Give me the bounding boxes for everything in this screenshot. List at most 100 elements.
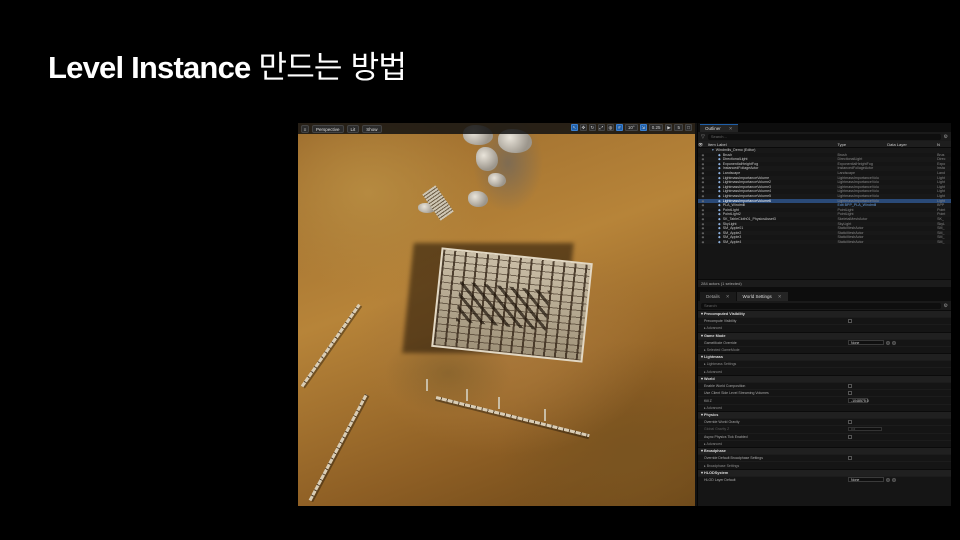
details-subgroup[interactable]: ▸ Advanced [698, 324, 951, 331]
row-label-text: SM_Apple01 [722, 226, 744, 231]
subgroup-label: ▸ Advanced [698, 442, 848, 446]
close-icon[interactable]: ✕ [778, 294, 782, 299]
property-checkbox[interactable] [848, 319, 852, 324]
outliner-search-input[interactable]: Search... [707, 133, 941, 140]
subgroup-label-text: Broadphase Settings [706, 463, 740, 468]
world-local-icon[interactable]: ◍ [606, 124, 614, 131]
settings-icon[interactable]: ⚙ [944, 303, 948, 309]
outliner-tab-row: Outliner ✕ [698, 123, 951, 132]
property-label: HLOD Layer Default [704, 477, 736, 482]
details-subgroup[interactable]: ▸ Advanced [698, 367, 951, 374]
details-property: Use Client Side Level Streaming Volumes [698, 389, 951, 396]
actor-icon: ◆ [717, 189, 721, 194]
property-slider[interactable]: 0.0 [848, 427, 882, 432]
browse-icon[interactable] [886, 340, 890, 345]
property-value: 0.0 [848, 427, 951, 432]
level-viewport[interactable]: ≡ Perspective Lit Show ↖ ✥ ↻ ⤢ ◍ # 10° ⇲… [298, 123, 695, 506]
fence-post [466, 389, 468, 401]
property-value [848, 319, 951, 324]
actor-icon: ◆ [717, 207, 721, 212]
grid-snap-icon[interactable]: # [615, 124, 623, 131]
fence-post [426, 379, 428, 391]
close-icon[interactable]: ✕ [726, 294, 730, 299]
details-category[interactable]: ▾ Game Mode [698, 331, 951, 339]
eye-icon[interactable]: ◉ [698, 240, 708, 245]
fence [308, 393, 368, 502]
subgroup-label: ▸ Selected GameMode [698, 348, 848, 352]
column-data-layer[interactable]: Data Layer [887, 141, 937, 147]
lit-button[interactable]: Lit [346, 124, 360, 133]
camera-speed-value[interactable]: 5 [674, 124, 683, 131]
category-label: World [703, 376, 715, 381]
reset-icon[interactable] [892, 340, 896, 345]
details-search-input[interactable]: Search [701, 302, 941, 309]
property-checkbox[interactable] [848, 391, 852, 396]
move-tool-icon[interactable]: ✥ [579, 124, 587, 131]
column-item-label[interactable]: Item Label [708, 141, 837, 147]
property-checkbox[interactable] [848, 456, 852, 461]
category-label: HLODSystem [703, 470, 729, 475]
row-label-text: LightmassImportanceVolume6 [722, 198, 772, 203]
actor-icon: ◆ [717, 198, 721, 203]
property-dropdown[interactable]: None [848, 340, 884, 346]
details-category[interactable]: ▾ Physics [698, 410, 951, 418]
details-subgroup[interactable]: ▸ Advanced [698, 403, 951, 411]
property-value [848, 391, 951, 396]
details-subgroup[interactable]: ▸ Selected GameMode [698, 345, 951, 353]
property-dropdown[interactable]: None [848, 477, 884, 483]
details-category[interactable]: ▾ Broadphase [698, 447, 951, 455]
property-label: Precompute Visibility [704, 319, 737, 324]
settings-icon[interactable]: ⚙ [944, 134, 948, 140]
select-tool-icon[interactable]: ↖ [570, 124, 578, 131]
row-label-text: PointLight [722, 207, 739, 212]
subgroup-label-text: Advanced [706, 442, 723, 446]
scale-snap-value[interactable]: 0.25 [648, 124, 664, 131]
camera-speed-icon[interactable]: ▶ [665, 124, 673, 131]
column-extra[interactable]: N [937, 141, 951, 147]
details-property: Kill Z -1048575.0 [698, 396, 951, 404]
scale-tool-icon[interactable]: ⤢ [597, 124, 605, 131]
details-subgroup[interactable]: ▸ Lightmass Settings [698, 360, 951, 367]
details-subgroup[interactable]: ▸ Broadphase Settings [698, 461, 951, 468]
rotate-tool-icon[interactable]: ↻ [588, 124, 596, 131]
windmill-house[interactable] [431, 247, 593, 363]
details-category[interactable]: ▾ HLODSystem [698, 468, 951, 476]
property-label: Kill Z [704, 398, 712, 403]
category-label: Broadphase [703, 449, 726, 454]
subgroup-label-text: Advanced [706, 369, 723, 374]
details-subgroup[interactable]: ▸ Advanced [698, 439, 951, 447]
world-settings-tab[interactable]: World Settings ✕ [736, 292, 788, 301]
outliner-tab[interactable]: Outliner ✕ [700, 124, 738, 132]
maximize-icon[interactable]: □ [685, 124, 692, 131]
details-category[interactable]: ▾ Lightmass [698, 353, 951, 361]
details-category[interactable]: ▾ World [698, 374, 951, 382]
property-value: -1048575.0 [848, 398, 951, 404]
property-number-field[interactable]: -1048575.0 [848, 398, 869, 404]
show-button[interactable]: Show [362, 124, 382, 133]
outliner-row[interactable]: ◉ ◆ SM_Apple4 StaticMeshActor SM_ [698, 239, 951, 245]
property-value [848, 383, 951, 388]
scale-snap-icon[interactable]: ⇲ [639, 124, 647, 131]
details-property: Enable World Composition [698, 381, 951, 389]
subgroup-label-text: Selected GameMode [706, 348, 740, 353]
row-label-text: InstancedFoliageActor [722, 166, 759, 171]
close-icon[interactable]: ✕ [729, 126, 733, 131]
column-type[interactable]: Type [837, 141, 887, 147]
perspective-button[interactable]: Perspective [312, 124, 344, 133]
property-checkbox[interactable] [848, 420, 852, 425]
actor-icon: ◆ [717, 180, 721, 185]
reset-icon[interactable] [892, 477, 896, 482]
row-label-text: SM_Apple4 [722, 239, 742, 244]
details-category[interactable]: ▾ Precomputed Visibility [698, 310, 951, 317]
editor-screenshot: ≡ Perspective Lit Show ↖ ✥ ↻ ⤢ ◍ # 10° ⇲… [298, 123, 951, 506]
property-checkbox[interactable] [848, 434, 852, 439]
filter-icon[interactable]: ▽ [701, 134, 705, 140]
browse-icon[interactable] [886, 477, 890, 482]
subgroup-label-text: Advanced [706, 405, 723, 410]
details-tab[interactable]: Details ✕ [700, 292, 736, 301]
hamburger-icon[interactable]: ≡ [301, 124, 309, 133]
actor-icon: ◆ [717, 184, 721, 189]
grid-snap-value[interactable]: 10° [624, 124, 638, 131]
property-checkbox[interactable] [848, 383, 852, 388]
fence-post [498, 397, 500, 409]
